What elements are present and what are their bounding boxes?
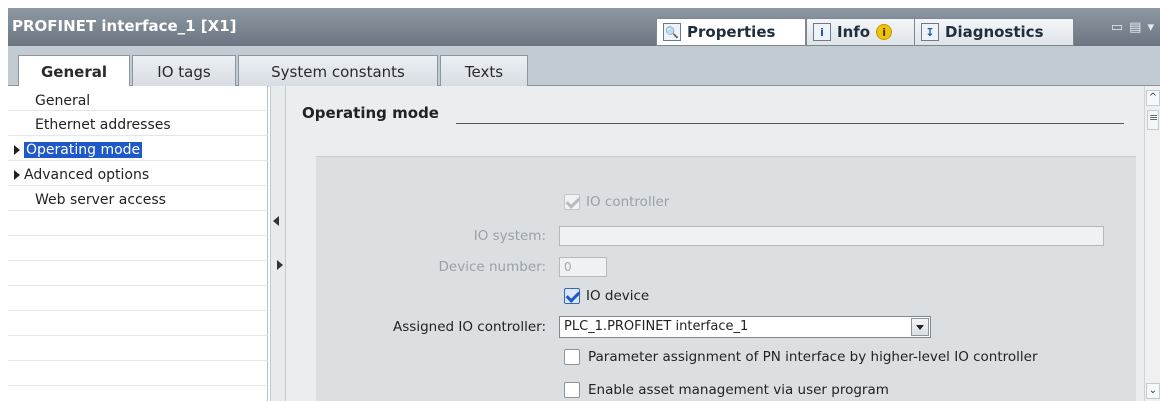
section-divider — [456, 123, 1124, 124]
expand-right-icon[interactable] — [277, 260, 283, 270]
nav-row — [8, 286, 268, 311]
tab-diagnostics[interactable]: ↧ Diagnostics — [914, 18, 1074, 46]
diagnostics-icon: ↧ — [921, 23, 939, 41]
tab-io-tags[interactable]: IO tags — [132, 55, 236, 87]
tab-info[interactable]: i Info i — [806, 18, 916, 46]
operating-mode-panel: IO controller IO system: Device number: … — [316, 156, 1136, 401]
tab-system-constants[interactable]: System constants — [238, 55, 438, 87]
scroll-down-icon[interactable]: ⌄ — [1146, 383, 1160, 399]
window-title: PROFINET interface_1 [X1] — [12, 17, 237, 35]
nav-item-web-server-access[interactable]: Web server access — [35, 190, 166, 210]
nav-item-label: Web server access — [35, 192, 166, 208]
nav-item-general[interactable]: General — [35, 91, 90, 111]
tab-info-label: Info — [837, 23, 871, 41]
param-assignment-checkbox[interactable] — [564, 349, 580, 365]
tab-diagnostics-label: Diagnostics — [945, 23, 1044, 41]
nav-row — [8, 361, 268, 386]
nav-row — [8, 236, 268, 261]
nav-tree: General Ethernet addresses Operating mod… — [8, 86, 268, 401]
vertical-scrollbar[interactable]: ^ ⌄ — [1144, 86, 1160, 401]
info-badge-icon: i — [876, 24, 893, 40]
nav-item-label: Operating mode — [24, 142, 143, 158]
nav-item-ethernet-addresses[interactable]: Ethernet addresses — [35, 115, 171, 135]
device-number-label: Device number: — [438, 259, 546, 275]
device-number-input[interactable]: 0 — [559, 257, 607, 277]
io-system-input[interactable] — [559, 226, 1104, 246]
pane-splitter[interactable] — [270, 86, 286, 401]
assigned-io-controller-value: PLC_1.PROFINET interface_1 — [564, 319, 749, 334]
tab-texts[interactable]: Texts — [440, 55, 528, 87]
nav-item-label: Advanced options — [24, 167, 150, 183]
nav-item-label: Ethernet addresses — [35, 117, 171, 133]
tab-bar: General IO tags System constants Texts — [8, 46, 1160, 88]
tab-properties-label: Properties — [687, 23, 776, 41]
minimize-icon[interactable]: ▤ — [1129, 20, 1141, 35]
asset-management-checkbox[interactable] — [564, 382, 580, 398]
nav-row — [8, 311, 268, 336]
inspector-titlebar: PROFINET interface_1 [X1] 🔍 Properties i… — [8, 8, 1160, 46]
assigned-io-controller-label: Assigned IO controller: — [393, 319, 546, 335]
properties-icon: 🔍 — [663, 23, 681, 41]
nav-item-operating-mode[interactable]: Operating mode — [12, 140, 143, 160]
nav-row — [8, 261, 268, 286]
window-controls: ▭ ▤ ▾ — [1111, 20, 1154, 35]
tab-general-label: General — [41, 63, 107, 81]
section-title: Operating mode — [302, 104, 439, 122]
menu-icon[interactable]: ▾ — [1147, 20, 1154, 35]
io-controller-checkbox[interactable] — [564, 194, 580, 210]
io-controller-label: IO controller — [586, 194, 670, 210]
io-system-label: IO system: — [473, 228, 546, 244]
expand-caret-icon[interactable] — [14, 170, 20, 180]
nav-row — [8, 336, 268, 361]
nav-row — [8, 211, 268, 236]
dropdown-arrow-icon[interactable] — [911, 318, 929, 336]
param-assignment-label: Parameter assignment of PN interface by … — [588, 349, 1038, 365]
tab-io-tags-label: IO tags — [157, 62, 211, 81]
scroll-up-icon[interactable]: ^ — [1146, 90, 1160, 106]
info-icon: i — [813, 23, 831, 41]
tab-system-constants-label: System constants — [271, 62, 405, 81]
restore-icon[interactable]: ▭ — [1111, 20, 1123, 35]
collapse-left-icon[interactable] — [273, 216, 279, 226]
tab-texts-label: Texts — [464, 62, 504, 81]
io-device-label: IO device — [586, 288, 650, 304]
asset-management-label: Enable asset management via user program — [588, 382, 889, 398]
assigned-io-controller-select[interactable]: PLC_1.PROFINET interface_1 — [559, 316, 931, 338]
nav-item-label: General — [35, 93, 91, 109]
expand-caret-icon[interactable] — [14, 145, 20, 155]
properties-content: Operating mode IO controller IO system: … — [286, 86, 1144, 401]
tab-general[interactable]: General — [18, 55, 130, 88]
scroll-thumb[interactable] — [1147, 110, 1159, 130]
tab-properties[interactable]: 🔍 Properties — [656, 18, 806, 46]
nav-item-advanced-options[interactable]: Advanced options — [12, 165, 149, 185]
nav-row — [8, 386, 268, 401]
io-device-checkbox[interactable] — [564, 288, 580, 304]
